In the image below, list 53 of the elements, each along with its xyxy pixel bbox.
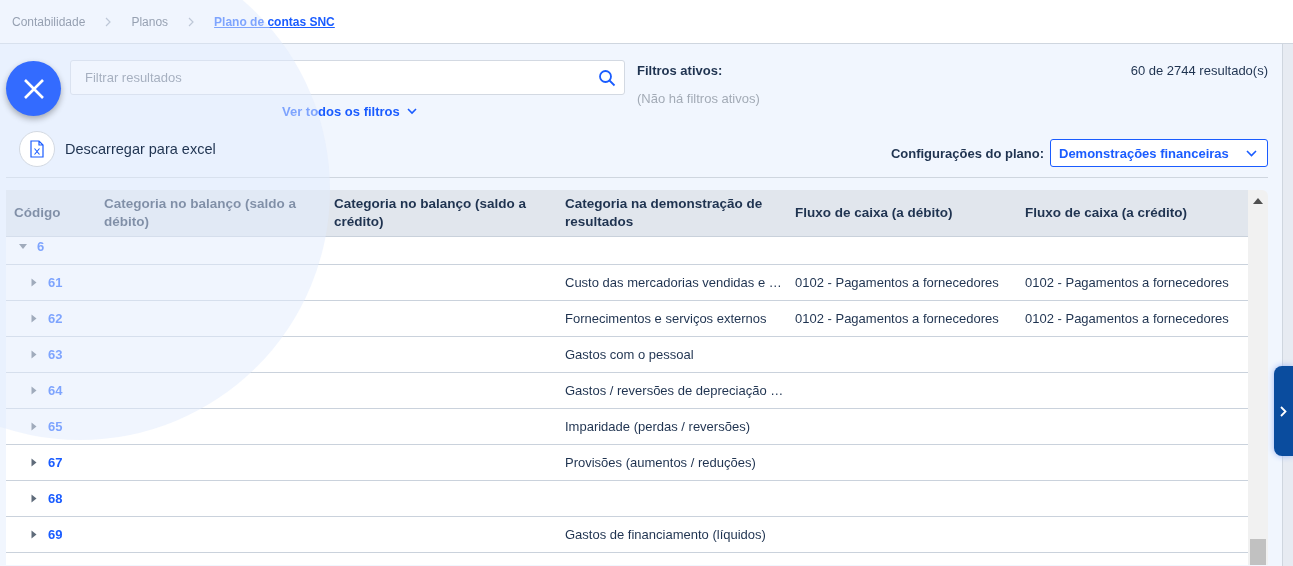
- result-count: 60 de 2744 resultado(s): [1130, 62, 1268, 78]
- table-cell: Custo das mercadorias vendidas e …: [565, 275, 782, 290]
- chevron-right-icon: [1280, 405, 1287, 417]
- account-code[interactable]: 6: [37, 239, 45, 254]
- breadcrumb-link[interactable]: Planos: [131, 14, 169, 29]
- account-code[interactable]: 65: [48, 419, 63, 434]
- table-cell: Gastos / reversões de depreciação …: [565, 383, 784, 398]
- table-cell: 0102 - Pagamentos a fornecedores: [1025, 275, 1229, 290]
- account-code[interactable]: 67: [48, 455, 63, 470]
- table-cell: 0102 - Pagamentos a fornecedores: [795, 311, 999, 326]
- search-field[interactable]: Filtrar resultados: [70, 60, 625, 95]
- caret-icon[interactable]: [31, 494, 37, 503]
- action-label[interactable]: Descarregar para excel: [65, 141, 216, 157]
- expand-panel-button[interactable]: [1274, 366, 1293, 456]
- breadcrumb-link[interactable]: Plano de contas SNC: [214, 14, 335, 29]
- table-cell: 0102 - Pagamentos a fornecedores: [795, 275, 999, 290]
- account-code[interactable]: 63: [48, 347, 63, 362]
- excel-file-icon: [30, 140, 44, 158]
- chevron-down-icon: [1246, 149, 1257, 157]
- caret-icon[interactable]: [31, 458, 37, 467]
- breadcrumb-link[interactable]: Contabilidade: [12, 14, 86, 29]
- plan-config-dropdown[interactable]: Demonstrações financeiras: [1050, 139, 1268, 167]
- scrollbar-thumb[interactable]: [1250, 539, 1266, 565]
- table-cell: Gastos com o pessoal: [565, 347, 694, 362]
- chevron-right-icon: [188, 16, 195, 27]
- filters-link[interactable]: Ver todos os filtros: [282, 104, 417, 119]
- column-header: Categoria na demonstração de resultados: [564, 194, 764, 231]
- account-code[interactable]: 62: [48, 311, 63, 326]
- no-filters-text: (Não há filtros ativos): [637, 91, 760, 106]
- table-cell: Gastos de financiamento (líquidos): [565, 527, 766, 542]
- table-cell: 0102 - Pagamentos a fornecedores: [1025, 311, 1229, 326]
- search-input[interactable]: Filtrar resultados: [83, 69, 598, 86]
- scrollbar[interactable]: [1248, 190, 1268, 565]
- search-icon: [598, 68, 616, 87]
- chevron-down-icon: [406, 108, 417, 115]
- scroll-up-icon[interactable]: [1253, 198, 1263, 204]
- chevron-right-icon: [105, 16, 112, 27]
- column-header: Código: [13, 203, 62, 222]
- close-icon: [22, 77, 45, 100]
- table-cell: Imparidade (perdas / reversões): [565, 419, 750, 434]
- account-code[interactable]: 61: [48, 275, 63, 290]
- account-code[interactable]: 69: [48, 527, 63, 542]
- active-filters-title: Filtros ativos:: [637, 63, 724, 78]
- plan-config-label: Configurações do plano:: [890, 145, 1044, 161]
- table-cell: Fornecimentos e serviços externos: [565, 311, 767, 326]
- column-header: Categoria no balanço (saldo a crédito): [333, 194, 528, 231]
- column-header: Fluxo de caixa (a débito): [794, 203, 954, 222]
- column-header: Categoria no balanço (saldo a débito): [103, 194, 298, 231]
- account-code[interactable]: 68: [48, 491, 63, 506]
- caret-icon[interactable]: [31, 530, 37, 539]
- account-code[interactable]: 64: [48, 383, 63, 398]
- column-header: Fluxo de caixa (a crédito): [1024, 203, 1189, 222]
- table-cell: Provisões (aumentos / reduções): [565, 455, 756, 470]
